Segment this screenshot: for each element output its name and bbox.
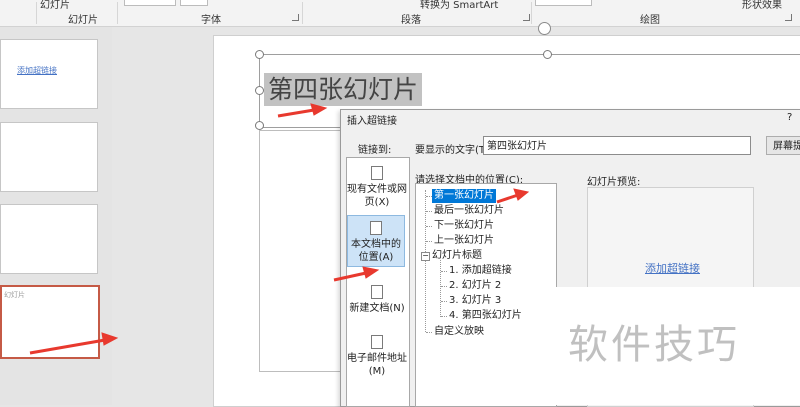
arrow-to-place-in-document-icon xyxy=(333,266,380,282)
arrow-to-thumbnail-icon xyxy=(29,332,119,355)
arrow-to-title-icon xyxy=(277,103,328,118)
annotation-arrows xyxy=(29,103,530,355)
arrow-to-first-slide-icon xyxy=(496,188,530,204)
